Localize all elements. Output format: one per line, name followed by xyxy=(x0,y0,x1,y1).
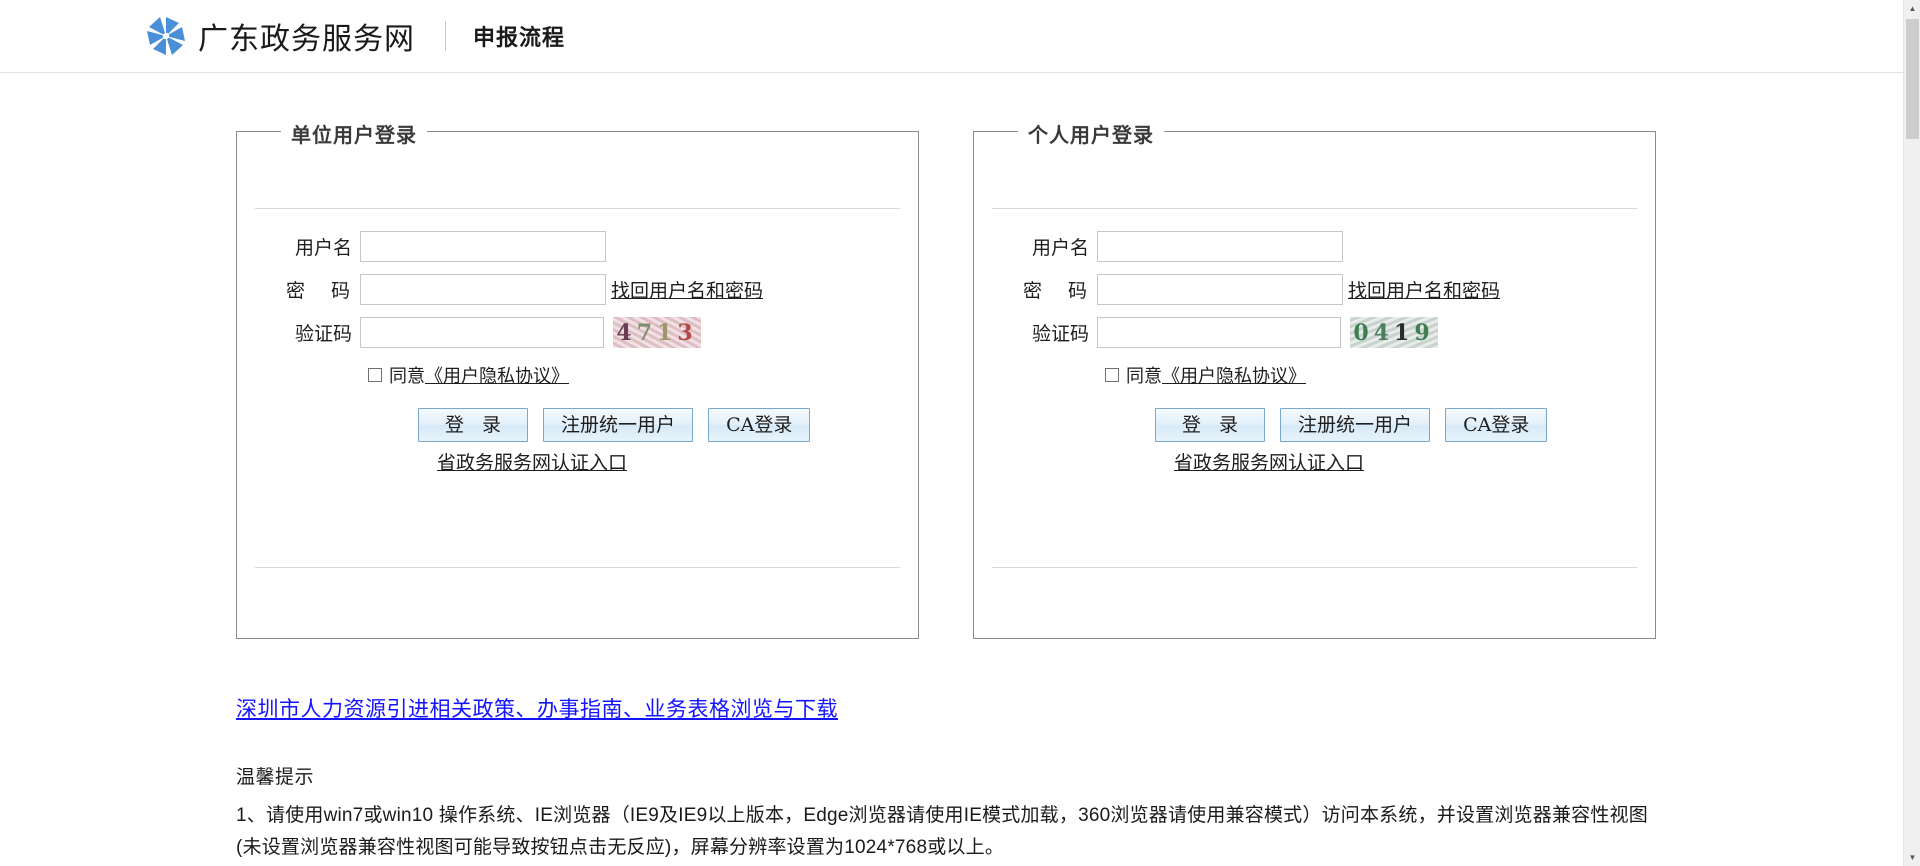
tips-item-1: 1、请使用win7或win10 操作系统、IE浏览器（IE9及IE9以上版本，E… xyxy=(236,805,1648,858)
login-button[interactable]: 登 录 xyxy=(1155,408,1266,442)
captcha-label: 验证码 xyxy=(294,323,352,345)
page-root: 广东政务服务网 申报流程 单位用户登录 用户名 密 码 找回用户名和密码 验证码… xyxy=(0,0,1920,866)
login-button-row: 登 录 注册统一用户 CA登录 xyxy=(1155,408,1637,442)
personal-user-login-panel: 个人用户登录 用户名 密 码 找回用户名和密码 验证码 0 4 1 9 同意 《… xyxy=(973,119,1656,639)
province-entry-row: 省政务服务网认证入口 xyxy=(430,448,900,475)
province-service-auth-entry-link[interactable]: 省政务服务网认证入口 xyxy=(1167,452,1371,474)
footer-block: 深圳市人力资源引进相关政策、办事指南、业务表格浏览与下载 温馨提示 1、请使用w… xyxy=(236,693,1656,866)
site-header: 广东政务服务网 申报流程 xyxy=(0,0,1903,73)
privacy-agreement-row: 同意 《用户隐私协议》 xyxy=(1105,362,1637,388)
login-form: 用户名 密 码 找回用户名和密码 验证码 4713 同意 《用户隐私协议》 登 … xyxy=(255,209,900,475)
login-button[interactable]: 登 录 xyxy=(418,408,529,442)
province-entry-row: 省政务服务网认证入口 xyxy=(1167,448,1637,475)
captcha-row: 验证码 4713 xyxy=(255,317,900,348)
login-panels-row: 单位用户登录 用户名 密 码 找回用户名和密码 验证码 4 7 1 3 同意 《… xyxy=(236,119,1656,639)
forgot-credentials-link[interactable]: 找回用户名和密码 xyxy=(611,276,763,303)
panel-legend: 个人用户登录 xyxy=(1018,119,1164,148)
agree-label: 同意 xyxy=(1126,366,1162,387)
header-divider xyxy=(445,21,446,51)
agree-checkbox[interactable] xyxy=(1105,368,1119,382)
panel-inner: 用户名 密 码 找回用户名和密码 验证码 0419 同意 《用户隐私协议》 登 … xyxy=(992,208,1637,475)
scroll-down-arrow-icon[interactable]: ▼ xyxy=(1904,849,1920,866)
divider-bottom xyxy=(992,567,1637,568)
login-form: 用户名 密 码 找回用户名和密码 验证码 0419 同意 《用户隐私协议》 登 … xyxy=(992,209,1637,475)
brand-title: 广东政务服务网 xyxy=(198,22,415,57)
captcha-image[interactable]: 4713 xyxy=(613,317,701,348)
username-label: 用户名 xyxy=(294,237,352,259)
captcha-input[interactable] xyxy=(1097,317,1341,348)
password-row: 密 码 找回用户名和密码 xyxy=(992,274,1637,305)
password-row: 密 码 找回用户名和密码 xyxy=(255,274,900,305)
divider-bottom xyxy=(255,567,900,568)
username-input[interactable] xyxy=(360,231,606,262)
agree-label: 同意 xyxy=(389,366,425,387)
username-row: 用户名 xyxy=(255,231,900,262)
username-row: 用户名 xyxy=(992,231,1637,262)
captcha-label: 验证码 xyxy=(1031,323,1089,345)
register-unified-user-button[interactable]: 注册统一用户 xyxy=(543,408,694,442)
username-input[interactable] xyxy=(1097,231,1343,262)
ca-login-button[interactable]: CA登录 xyxy=(708,408,811,442)
username-label: 用户名 xyxy=(1031,237,1089,259)
pinwheel-logo-icon xyxy=(145,15,187,57)
scrollbar-thumb[interactable] xyxy=(1906,19,1919,139)
privacy-policy-link[interactable]: 《用户隐私协议》 xyxy=(1162,362,1306,388)
password-label: 密 码 xyxy=(1022,280,1097,302)
unit-user-login-panel: 单位用户登录 用户名 密 码 找回用户名和密码 验证码 4 7 1 3 同意 《… xyxy=(236,119,919,639)
tips-title: 温馨提示 xyxy=(236,767,315,788)
register-unified-user-button[interactable]: 注册统一用户 xyxy=(1280,408,1431,442)
forgot-credentials-link[interactable]: 找回用户名和密码 xyxy=(1348,276,1500,303)
password-input[interactable] xyxy=(360,274,606,305)
login-button-row: 登 录 注册统一用户 CA登录 xyxy=(418,408,900,442)
ca-login-button[interactable]: CA登录 xyxy=(1445,408,1548,442)
page-title: 申报流程 xyxy=(473,25,566,50)
password-input[interactable] xyxy=(1097,274,1343,305)
captcha-image[interactable]: 0419 xyxy=(1350,317,1438,348)
panel-inner: 用户名 密 码 找回用户名和密码 验证码 4713 同意 《用户隐私协议》 登 … xyxy=(255,208,900,475)
policy-download-link[interactable]: 深圳市人力资源引进相关政策、办事指南、业务表格浏览与下载 xyxy=(236,693,838,723)
agree-checkbox[interactable] xyxy=(368,368,382,382)
password-label: 密 码 xyxy=(285,280,360,302)
province-service-auth-entry-link[interactable]: 省政务服务网认证入口 xyxy=(430,452,634,474)
page-scrollbar[interactable]: ▲ ▼ xyxy=(1903,0,1920,866)
privacy-policy-link[interactable]: 《用户隐私协议》 xyxy=(425,362,569,388)
header-inner: 广东政务服务网 申报流程 xyxy=(145,0,565,72)
captcha-input[interactable] xyxy=(360,317,604,348)
scroll-up-arrow-icon[interactable]: ▲ xyxy=(1904,0,1920,17)
captcha-row: 验证码 0419 xyxy=(992,317,1637,348)
panel-legend: 单位用户登录 xyxy=(281,119,427,148)
content-area: 单位用户登录 用户名 密 码 找回用户名和密码 验证码 4 7 1 3 同意 《… xyxy=(0,73,1903,866)
privacy-agreement-row: 同意 《用户隐私协议》 xyxy=(368,362,900,388)
